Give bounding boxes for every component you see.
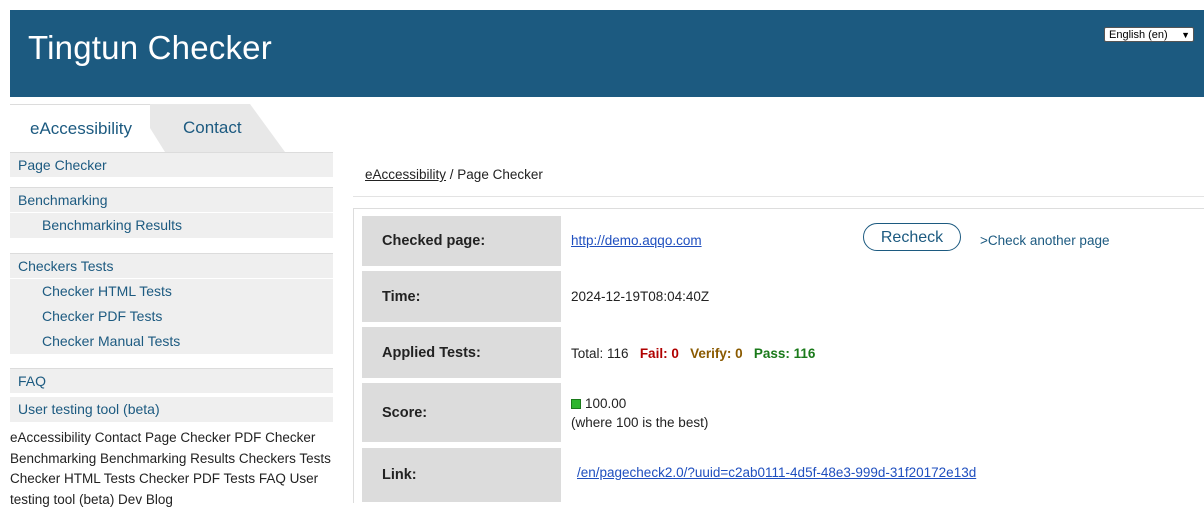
link-value: /en/pagecheck2.0/?uuid=c2ab0111-4d5f-48e… — [577, 465, 976, 480]
language-select[interactable]: English (en) ▼ — [1104, 27, 1194, 42]
tab-contact[interactable]: Contact — [135, 104, 285, 152]
main-tabs: Contact eAccessibility — [10, 104, 310, 154]
breadcrumb-separator: / — [446, 167, 458, 182]
checked-page-link[interactable]: http://demo.aqqo.com — [571, 233, 702, 248]
verify-count: Verify: 0 — [690, 346, 743, 361]
total-tests: Total: 116 — [571, 346, 629, 361]
score-indicator-icon — [571, 399, 581, 410]
permalink-link[interactable]: /en/pagecheck2.0/?uuid=c2ab0111-4d5f-48e… — [577, 465, 976, 480]
divider — [353, 196, 1204, 197]
score-label: Score: — [362, 383, 561, 442]
check-another-page-link[interactable]: >Check another page — [980, 233, 1109, 248]
tab-eaccessibility[interactable]: eAccessibility — [10, 104, 150, 154]
sidebar-item-benchmarking[interactable]: Benchmarking — [10, 187, 333, 212]
checked-page-value: http://demo.aqqo.com — [571, 233, 702, 248]
link-label: Link: — [362, 448, 561, 502]
time-label: Time: — [362, 271, 561, 322]
breadcrumb: eAccessibility / Page Checker — [365, 167, 543, 182]
sidebar-item-checker-manual-tests[interactable]: Checker Manual Tests — [10, 329, 333, 354]
applied-tests-label: Applied Tests: — [362, 327, 561, 378]
sidebar-item-benchmarking-results[interactable]: Benchmarking Results — [10, 213, 333, 238]
recheck-button[interactable]: Recheck — [863, 223, 961, 251]
site-title: Tingtun Checker — [28, 29, 272, 66]
sidebar-item-user-testing-tool[interactable]: User testing tool (beta) — [10, 397, 333, 422]
time-value: 2024-12-19T08:04:40Z — [571, 289, 710, 304]
applied-tests-value: Total: 116 Fail: 0 Verify: 0 Pass: 116 — [571, 346, 815, 361]
tab-contact-label: Contact — [183, 118, 242, 137]
site-header: Tingtun Checker English (en) ▼ — [10, 10, 1204, 97]
chevron-down-icon: ▼ — [1181, 30, 1190, 40]
breadcrumb-current: Page Checker — [457, 167, 543, 182]
tab-eaccessibility-label: eAccessibility — [30, 119, 133, 138]
sidebar-item-checker-pdf-tests[interactable]: Checker PDF Tests — [10, 304, 333, 329]
score-value: 100.00 — [585, 396, 627, 411]
checked-page-label: Checked page: — [362, 216, 561, 266]
sidebar-item-faq[interactable]: FAQ — [10, 368, 333, 393]
pass-count: Pass: 116 — [753, 346, 816, 361]
sitemap-links: eAccessibility Contact Page Checker PDF … — [10, 428, 333, 510]
language-select-value: English (en) — [1109, 29, 1168, 41]
sidebar-item-checkers-tests[interactable]: Checkers Tests — [10, 253, 333, 278]
breadcrumb-link-eaccessibility[interactable]: eAccessibility — [365, 167, 446, 182]
score-note: (where 100 is the best) — [571, 415, 709, 430]
score-value-block: 100.00 (where 100 is the best) — [571, 394, 708, 432]
sidebar-item-page-checker[interactable]: Page Checker — [10, 152, 333, 177]
fail-count: Fail: 0 — [639, 346, 679, 361]
sidebar-item-checker-html-tests[interactable]: Checker HTML Tests — [10, 279, 333, 304]
